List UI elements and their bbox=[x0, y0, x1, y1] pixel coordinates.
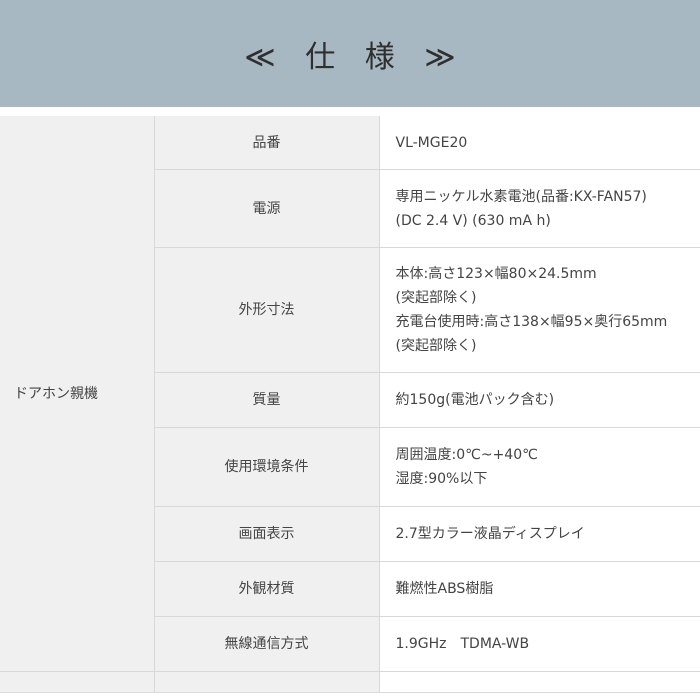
page-title: ≪ 仕 様 ≫ bbox=[244, 39, 466, 75]
spec-value-power: 専用ニッケル水素電池(品番:KX-FAN57) (DC 2.4 V) (630 … bbox=[379, 169, 700, 248]
value-line: 湿度:90%以下 bbox=[395, 471, 488, 487]
value-line: (DC 2.4 V) (630 mA h) bbox=[395, 212, 551, 229]
spec-label-weight: 質量 bbox=[154, 372, 380, 428]
spec-row-model: ドアホン親機 品番 VL-MGE20 bbox=[0, 116, 700, 672]
spec-row-continuation bbox=[0, 671, 700, 693]
spec-value-model: VL-MGE20 bbox=[379, 116, 700, 170]
value-line: (突起部除く) bbox=[395, 338, 477, 354]
label-continuation bbox=[154, 671, 380, 693]
spec-label-wireless: 無線通信方式 bbox=[154, 616, 380, 672]
spec-label-dimensions: 外形寸法 bbox=[154, 247, 380, 373]
value-line: 充電台使用時:高さ138×幅95×奥行65mm bbox=[395, 314, 668, 330]
spec-value-environment: 周囲温度:0℃~+40℃ 湿度:90%以下 bbox=[379, 427, 700, 507]
value-line: 本体:高さ123×幅80×24.5mm bbox=[395, 266, 597, 282]
spec-page: ≪ 仕 様 ≫ ドアホン親機 品番 VL-MGE20 電源 専用ニッケル水素電池… bbox=[0, 0, 700, 700]
spec-label-material: 外観材質 bbox=[154, 561, 380, 617]
spec-table: ドアホン親機 品番 VL-MGE20 電源 専用ニッケル水素電池(品番:KX-F… bbox=[0, 116, 700, 693]
header-banner: ≪ 仕 様 ≫ bbox=[0, 0, 700, 107]
value-line: 2.7型カラー液晶ディスプレイ bbox=[395, 526, 585, 542]
value-continuation bbox=[379, 671, 700, 693]
spec-label-environment: 使用環境条件 bbox=[154, 427, 380, 507]
spec-label-display: 画面表示 bbox=[154, 506, 380, 562]
spec-value-dimensions: 本体:高さ123×幅80×24.5mm (突起部除く) 充電台使用時:高さ138… bbox=[379, 247, 700, 373]
spec-value-material: 難燃性ABS樹脂 bbox=[379, 561, 700, 617]
spec-value-display: 2.7型カラー液晶ディスプレイ bbox=[379, 506, 700, 562]
value-line: 1.9GHz TDMA-WB bbox=[395, 636, 530, 652]
value-line: VL-MGE20 bbox=[395, 134, 468, 151]
value-line: 周囲温度:0℃~+40℃ bbox=[395, 447, 538, 463]
header-gap bbox=[0, 107, 700, 116]
spec-value-wireless: 1.9GHz TDMA-WB bbox=[379, 616, 700, 672]
group-continuation bbox=[0, 671, 155, 693]
spec-label-power: 電源 bbox=[154, 169, 380, 248]
value-line: 専用ニッケル水素電池(品番:KX-FAN57) bbox=[395, 188, 647, 205]
spec-label-model: 品番 bbox=[154, 116, 380, 170]
value-line: 難燃性ABS樹脂 bbox=[395, 581, 494, 597]
group-label: ドアホン親機 bbox=[0, 116, 155, 672]
value-line: (突起部除く) bbox=[395, 290, 477, 306]
value-line: 約150g(電池パック含む) bbox=[395, 392, 555, 408]
spec-value-weight: 約150g(電池パック含む) bbox=[379, 372, 700, 428]
